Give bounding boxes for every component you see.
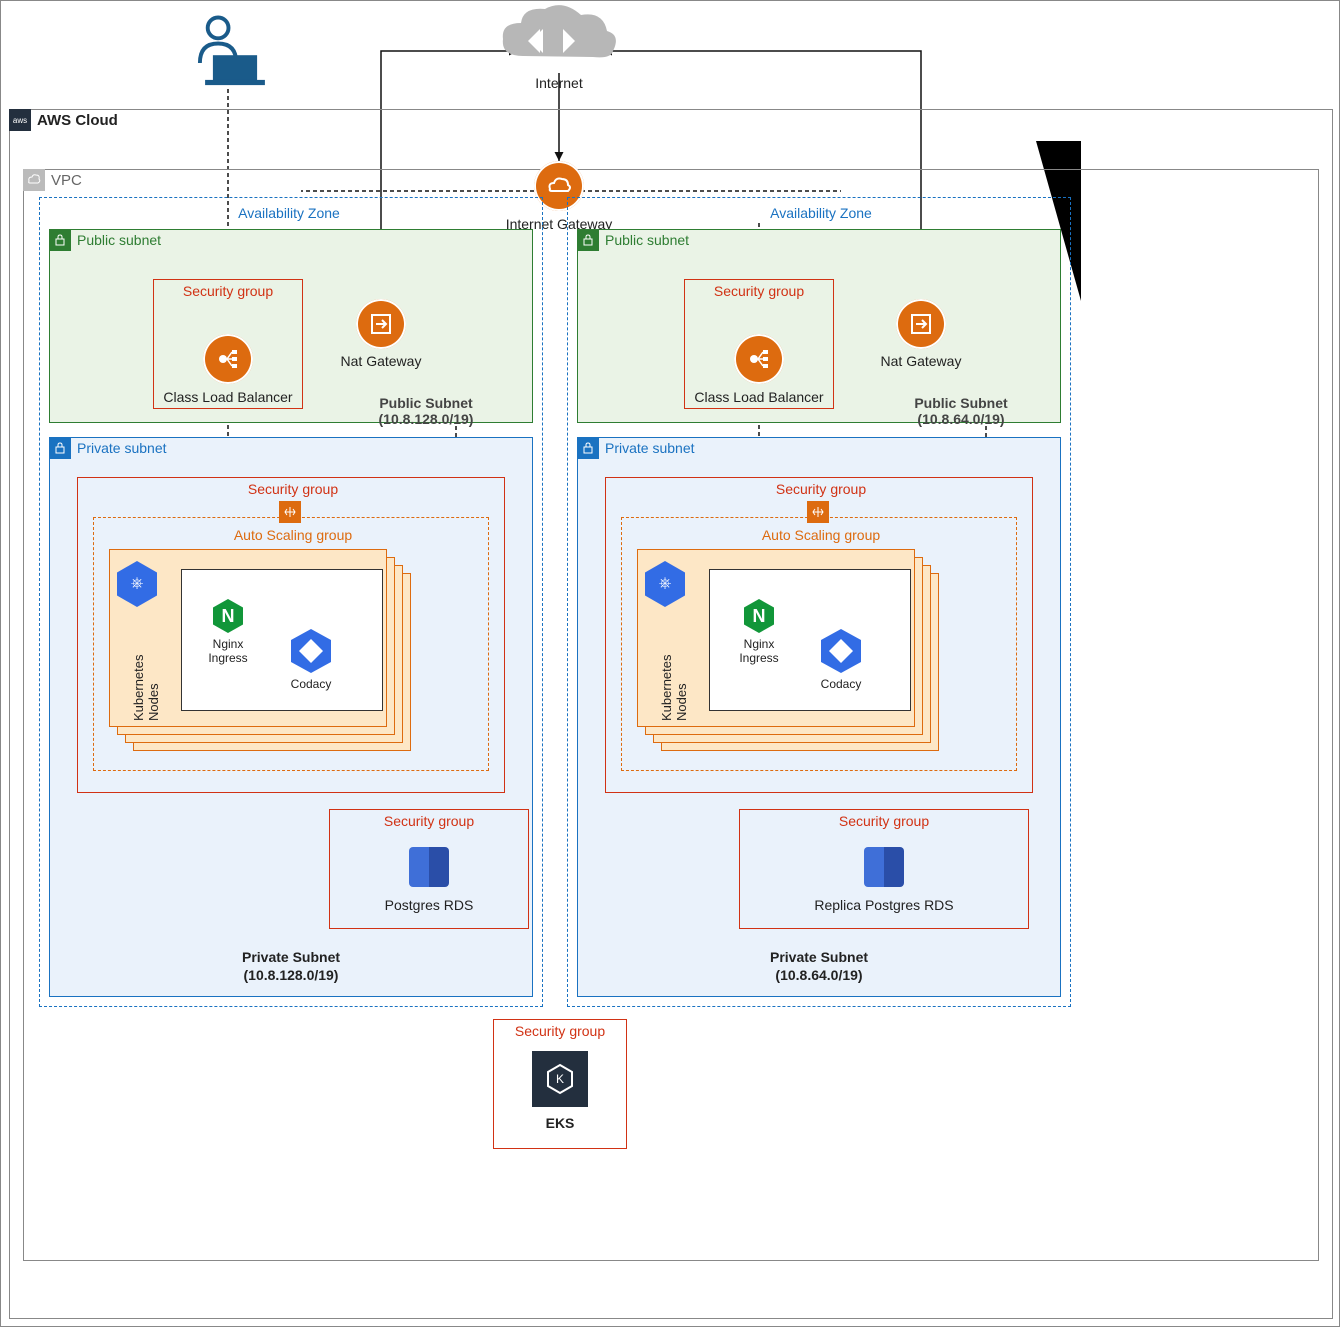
public-subnet-left-title: Public Subnet [379, 395, 472, 411]
asg-icon [807, 501, 829, 523]
private-subnet-left-badge: Private subnet [77, 440, 167, 456]
asg-left-label: Auto Scaling group [234, 527, 352, 543]
vpc-label: VPC [51, 172, 82, 189]
clb-icon-left [203, 334, 253, 384]
az-right-label: Availability Zone [770, 205, 872, 221]
public-subnet-right-title: Public Subnet [914, 395, 1007, 411]
public-subnet-left-cidr: (10.8.128.0/19) [379, 411, 474, 427]
lock-icon [577, 437, 599, 459]
eks-sg-label: Security group [515, 1023, 605, 1039]
asg-icon [279, 501, 301, 523]
public-subnet-left-badge: Public subnet [77, 232, 161, 248]
user-icon [186, 11, 271, 89]
nat-left-label: Nat Gateway [341, 353, 422, 369]
clb-left-label: Class Load Balancer [163, 389, 292, 405]
rds-left-label: Postgres RDS [385, 897, 474, 913]
k8-nodes-left-label: Kubernetes Nodes [131, 621, 161, 721]
aws-logo-icon: aws [9, 109, 31, 131]
nat-gateway-icon-right [896, 299, 946, 349]
k8-nodes-right-label: Kubernetes Nodes [659, 621, 689, 721]
rds-right-label: Replica Postgres RDS [814, 897, 953, 913]
nat-gateway-icon-left [356, 299, 406, 349]
lock-icon [577, 229, 599, 251]
aws-cloud-label: AWS Cloud [37, 112, 118, 129]
public-subnet-right-cidr: (10.8.64.0/19) [917, 411, 1004, 427]
asg-sg-left-label: Security group [248, 481, 338, 497]
rds-sg-left-label: Security group [384, 813, 474, 829]
rds-icon [409, 843, 449, 891]
lock-icon [49, 229, 71, 251]
clb-right-label: Class Load Balancer [694, 389, 823, 405]
codacy-right-label: Codacy [821, 677, 862, 691]
nginx-left-label: Nginx Ingress [208, 637, 247, 665]
codacy-left-label: Codacy [291, 677, 332, 691]
asg-right-label: Auto Scaling group [762, 527, 880, 543]
private-subnet-right-cidr: (10.8.64.0/19) [775, 967, 862, 983]
nginx-right-label: Nginx Ingress [739, 637, 778, 665]
vpc-icon [23, 169, 45, 191]
eks-icon: K [532, 1051, 588, 1107]
rds-icon [864, 843, 904, 891]
public-subnet-right-badge: Public subnet [605, 232, 689, 248]
internet-label: Internet [535, 75, 582, 91]
clb-sg-right-label: Security group [714, 283, 804, 299]
private-subnet-right-badge: Private subnet [605, 440, 695, 456]
az-left-label: Availability Zone [238, 205, 340, 221]
asg-sg-right-label: Security group [776, 481, 866, 497]
rds-sg-right-label: Security group [839, 813, 929, 829]
svg-text:K: K [556, 1072, 564, 1086]
lock-icon [49, 437, 71, 459]
nat-right-label: Nat Gateway [881, 353, 962, 369]
clb-sg-left-label: Security group [183, 283, 273, 299]
private-subnet-left-cidr: (10.8.128.0/19) [244, 967, 339, 983]
private-subnet-right-title: Private Subnet [770, 949, 868, 965]
eks-label: EKS [546, 1115, 575, 1131]
clb-icon-right [734, 334, 784, 384]
diagram-canvas: Internet aws AWS Cloud VPC Internet Gate… [0, 0, 1340, 1327]
private-subnet-left-title: Private Subnet [242, 949, 340, 965]
internet-cloud-icon [493, 1, 623, 73]
